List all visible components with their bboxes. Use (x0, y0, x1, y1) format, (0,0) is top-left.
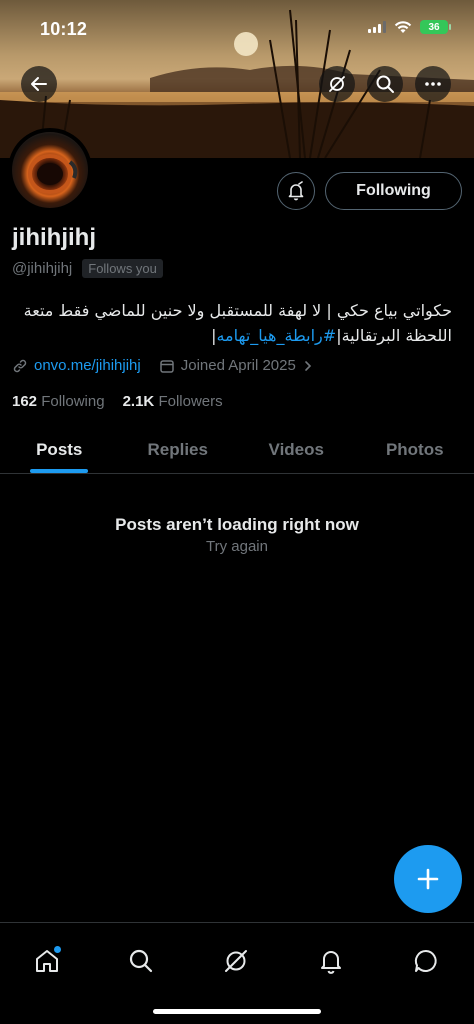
search-icon (129, 949, 153, 973)
try-again-link[interactable]: Try again (0, 538, 474, 555)
display-name: jihihjihj (12, 224, 96, 251)
nav-search[interactable] (117, 937, 165, 985)
notification-dot (54, 946, 61, 953)
status-bar: 10:12 36 (0, 0, 474, 54)
signal-icon (368, 21, 386, 33)
grok-icon (225, 950, 247, 972)
bio-hashtag[interactable]: #رابطة_هيا_تهامه (216, 326, 336, 345)
nav-home[interactable] (23, 937, 71, 985)
follow-stats: 162 Following 2.1K Followers (12, 393, 223, 410)
calendar-icon (159, 359, 174, 373)
grok-icon (329, 76, 345, 92)
compose-post-button[interactable] (394, 845, 462, 913)
user-handle: @jihihjihj (12, 260, 73, 277)
profile-bio: حكواتي بياع حكي | لا لهفة للمستقبل ولا ح… (12, 298, 452, 348)
back-button[interactable] (21, 66, 57, 102)
tab-photos[interactable]: Photos (356, 426, 474, 473)
profile-tabs: Posts Replies Videos Photos (0, 426, 474, 474)
nav-notifications[interactable] (307, 937, 355, 985)
tab-videos[interactable]: Videos (237, 426, 356, 473)
more-icon (425, 82, 441, 86)
follows-you-badge: Follows you (82, 259, 163, 278)
tab-posts[interactable]: Posts (0, 426, 119, 473)
battery-indicator: 36 (420, 20, 451, 34)
plus-icon (417, 868, 439, 890)
avatar-image (12, 132, 88, 208)
bell-settings-icon (288, 181, 304, 201)
nav-grok[interactable] (212, 937, 260, 985)
search-button[interactable] (367, 66, 403, 102)
search-icon (376, 75, 394, 93)
notifications-icon (321, 951, 341, 974)
following-button[interactable]: Following (325, 172, 462, 210)
status-time: 10:12 (40, 19, 88, 39)
empty-state-title: Posts aren’t loading right now (115, 515, 359, 534)
notifications-toggle-button[interactable] (277, 172, 315, 210)
tab-replies[interactable]: Replies (119, 426, 238, 473)
nav-messages[interactable] (402, 937, 450, 985)
back-arrow-icon (31, 77, 47, 91)
more-button[interactable] (415, 66, 451, 102)
link-icon (13, 359, 27, 372)
home-indicator (153, 1009, 321, 1014)
chevron-right-icon[interactable] (302, 360, 314, 372)
following-stat[interactable]: 162 Following (12, 393, 105, 410)
profile-link[interactable]: onvo.me/jihihjihj (34, 357, 141, 374)
followers-stat[interactable]: 2.1K Followers (123, 393, 223, 410)
grok-button[interactable] (319, 66, 355, 102)
wifi-icon (394, 20, 412, 33)
profile-avatar[interactable] (8, 128, 92, 212)
joined-date: Joined April 2025 (180, 357, 296, 374)
profile-meta: onvo.me/jihihjihj Joined April 2025 (12, 357, 314, 374)
messages-icon (414, 949, 437, 972)
